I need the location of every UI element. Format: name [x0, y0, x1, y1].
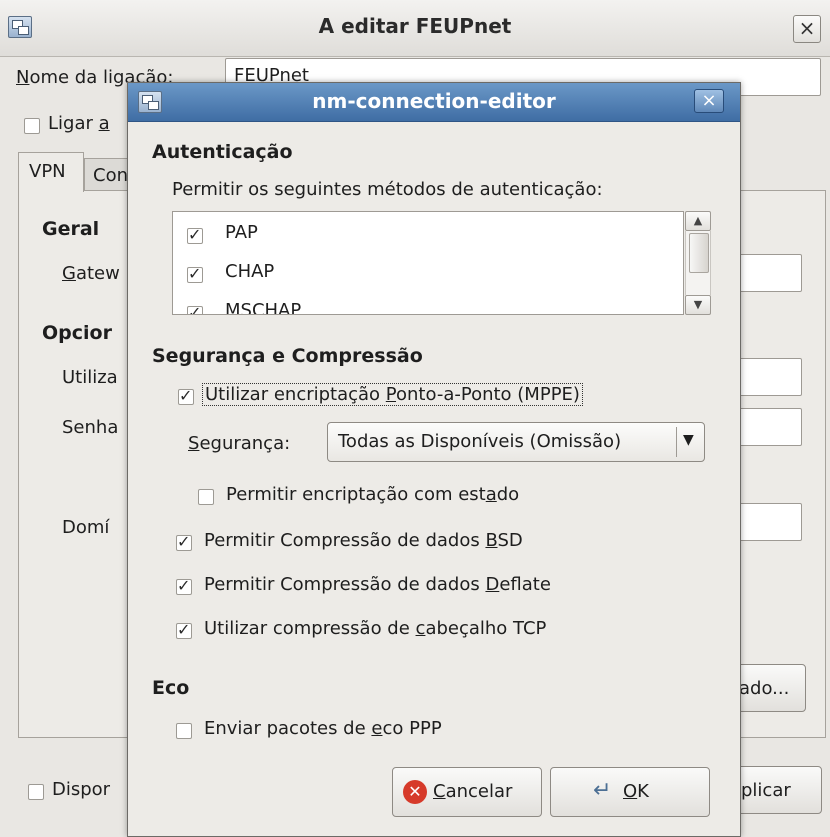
mppe-label: Utilizar encriptação Ponto-a-Ponto (MPPE…	[202, 383, 583, 406]
auth-methods-list: PAP CHAP MSCHAP	[172, 211, 684, 315]
general-heading: Geral	[42, 218, 100, 240]
bsd-compression-checkbox[interactable]	[176, 532, 192, 551]
combo-separator	[676, 427, 677, 457]
cancel-icon: ✕	[403, 780, 427, 804]
password-label: Senha	[62, 417, 119, 438]
ok-label: OK	[623, 781, 649, 802]
close-icon: ×	[798, 16, 816, 40]
chap-checkbox[interactable]	[187, 264, 203, 283]
list-item: MSCHAP	[225, 300, 302, 315]
ppp-settings-dialog: nm-connection-editor × Autenticação Perm…	[127, 82, 741, 837]
security-label: Segurança:	[188, 433, 291, 454]
ok-return-icon: ↵	[593, 778, 612, 803]
dialog-close-button[interactable]: ×	[694, 89, 724, 113]
available-to-all-label: Dispor	[52, 779, 111, 800]
security-select-value: Todas as Disponíveis (Omissão)	[338, 431, 622, 452]
domain-label: Domí	[62, 517, 110, 538]
echo-packets-checkbox[interactable]	[176, 723, 192, 739]
user-label: Utiliza	[62, 367, 118, 388]
deflate-compression-checkbox[interactable]	[176, 576, 192, 595]
tab-vpn[interactable]: VPN	[18, 152, 84, 192]
stateful-encryption-checkbox[interactable]	[198, 489, 214, 505]
bsd-compression-label: Permitir Compressão de dados BSD	[204, 530, 523, 551]
connect-automatically-label: Ligar a	[48, 113, 110, 134]
scroll-down-icon[interactable]: ▼	[685, 295, 711, 315]
echo-heading: Eco	[152, 677, 190, 699]
scroll-thumb[interactable]	[689, 233, 709, 273]
available-to-all-checkbox[interactable]	[28, 784, 44, 800]
scroll-up-icon[interactable]: ▲	[685, 211, 711, 231]
dialog-title: nm-connection-editor	[312, 89, 556, 113]
tcp-header-compression-checkbox[interactable]	[176, 620, 192, 639]
echo-packets-label: Enviar pacotes de eco PPP	[204, 718, 442, 739]
mppe-checkbox[interactable]	[178, 386, 194, 405]
close-icon: ×	[701, 90, 717, 111]
deflate-compression-label: Permitir Compressão de dados Deflate	[204, 574, 551, 595]
gateway-label: Gatew	[62, 263, 120, 284]
security-select[interactable]: Todas as Disponíveis (Omissão) ▼	[327, 422, 705, 462]
ok-button[interactable]: ↵ OK	[550, 767, 710, 817]
chevron-down-icon: ▼	[683, 432, 694, 448]
connect-automatically-checkbox[interactable]	[24, 118, 40, 134]
auth-list-scrollbar[interactable]: ▲ ▼	[684, 211, 712, 315]
cancel-label: Cancelar	[433, 781, 513, 802]
list-item: CHAP	[225, 261, 275, 282]
background-window-title: A editar FEUPnet	[318, 14, 512, 38]
cancel-button[interactable]: ✕ Cancelar	[392, 767, 542, 817]
tcp-header-compression-label: Utilizar compressão de cabeçalho TCP	[204, 618, 547, 639]
background-close-button[interactable]: ×	[793, 15, 821, 43]
stateful-encryption-label: Permitir encriptação com estado	[226, 484, 520, 505]
security-compression-heading: Segurança e Compressão	[152, 345, 423, 367]
list-item: PAP	[225, 222, 258, 243]
authentication-heading: Autenticação	[152, 141, 293, 163]
optional-heading: Opcior	[42, 322, 112, 344]
authentication-description: Permitir os seguintes métodos de autenti…	[172, 179, 603, 200]
mschap-checkbox[interactable]	[187, 303, 203, 314]
pap-checkbox[interactable]	[187, 225, 203, 244]
